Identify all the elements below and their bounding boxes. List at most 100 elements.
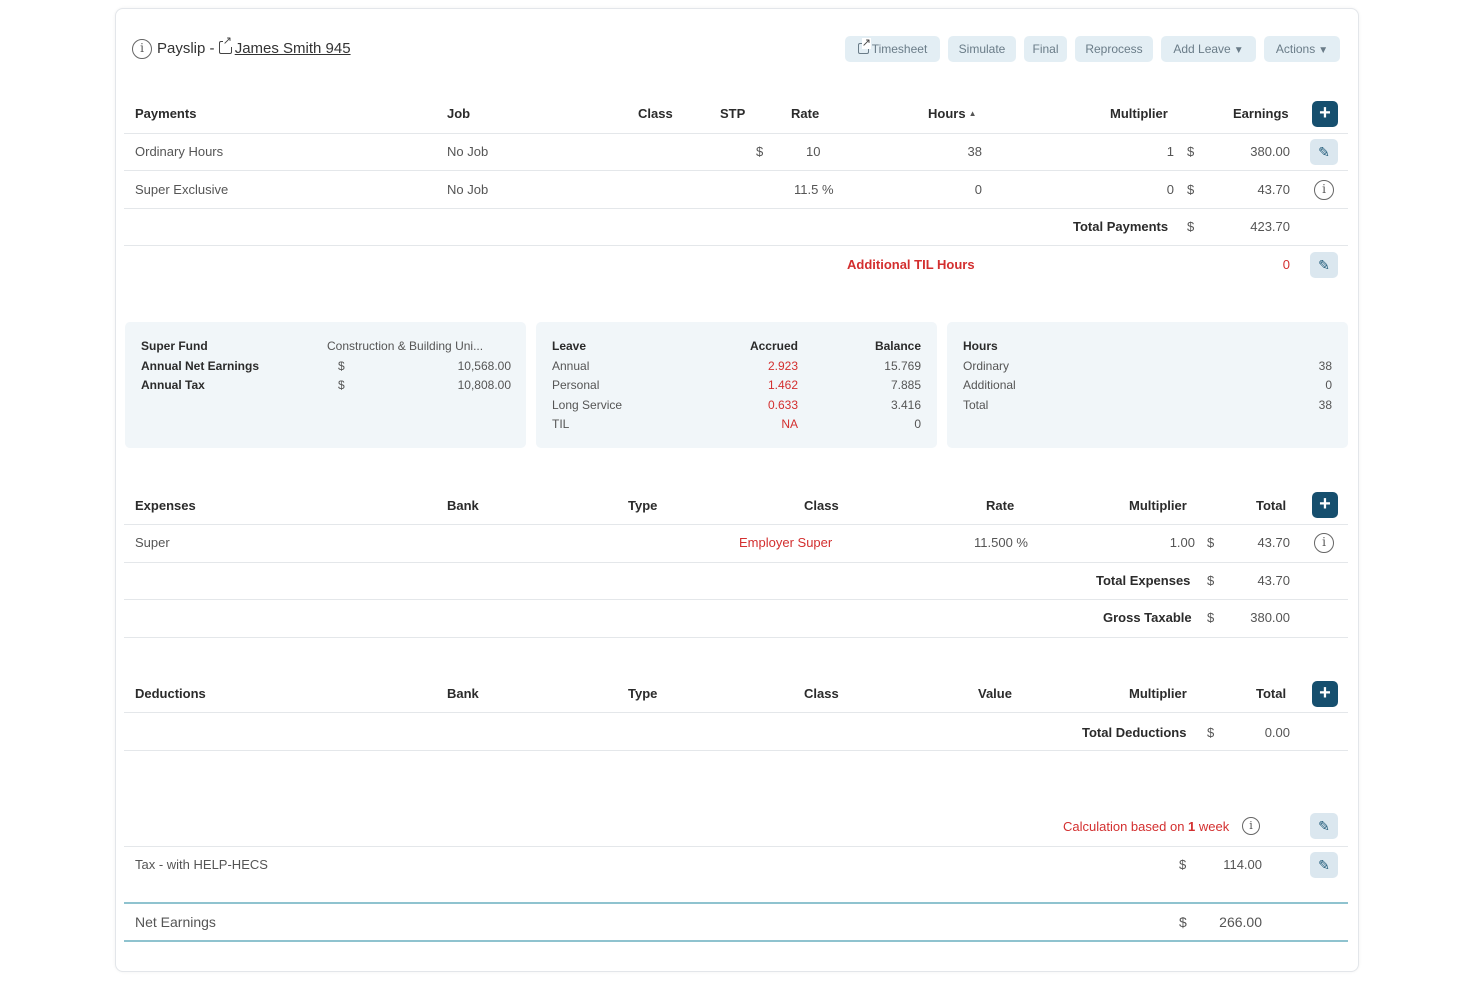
col-bank: Bank	[447, 498, 479, 513]
super-fund-value: Construction & Building Uni...	[327, 339, 484, 353]
divider	[124, 562, 1348, 563]
total-expenses-label: Total Expenses	[1096, 573, 1191, 588]
add-expense-button[interactable]: +	[1312, 492, 1338, 518]
leave-type: Personal	[552, 378, 600, 392]
divider	[124, 245, 1348, 246]
total-payments-currency: $	[1187, 219, 1195, 234]
calc-suffix: week	[1195, 819, 1230, 834]
add-leave-label: Add Leave	[1173, 42, 1231, 56]
col-payments: Payments	[135, 106, 197, 121]
total-payments-label: Total Payments	[1073, 219, 1169, 234]
divider	[124, 846, 1348, 847]
reprocess-button[interactable]: Reprocess	[1075, 36, 1153, 62]
add-leave-dropdown[interactable]: Add Leave ▼	[1161, 36, 1256, 62]
col-class: Class	[638, 106, 673, 121]
total-deductions-label: Total Deductions	[1082, 725, 1187, 740]
edit-tax-button[interactable]: ✎	[1310, 852, 1338, 878]
leave-accrued: 1.462	[767, 378, 798, 392]
timesheet-button[interactable]: Timesheet	[845, 36, 940, 62]
balance-header: Balance	[874, 339, 921, 353]
col-multiplier: Multiplier	[1129, 498, 1187, 513]
sort-asc-icon: ▲	[968, 109, 977, 118]
final-button[interactable]: Final	[1024, 36, 1067, 62]
info-icon[interactable]: i	[1314, 533, 1334, 553]
til-hours-label: Additional TIL Hours	[847, 257, 975, 272]
gross-taxable-value: 380.00	[1250, 610, 1290, 625]
payment-name: Super Exclusive	[135, 182, 229, 197]
payment-currency: $	[1187, 182, 1195, 197]
leave-balance: 7.885	[890, 378, 921, 392]
payment-job: No Job	[447, 144, 489, 159]
payment-rate-currency: $	[756, 144, 764, 159]
hours-value: 0	[1325, 378, 1332, 392]
col-multiplier: Multiplier	[1110, 106, 1168, 121]
total-deductions-value: 0.00	[1264, 725, 1290, 740]
edit-payment-button[interactable]: ✎	[1310, 139, 1338, 165]
net-earnings-value: 266.00	[1219, 914, 1262, 930]
total-deductions-currency: $	[1207, 725, 1215, 740]
col-total: Total	[1256, 498, 1287, 513]
col-type: Type	[628, 686, 658, 701]
annual-tax-currency: $	[338, 378, 345, 392]
super-fund-label: Super Fund	[141, 339, 208, 353]
simulate-button[interactable]: Simulate	[948, 36, 1016, 62]
total-payments-value: 423.70	[1250, 219, 1290, 234]
divider	[124, 750, 1348, 751]
employee-link[interactable]: James Smith 945	[235, 40, 351, 57]
col-rate: Rate	[791, 106, 820, 121]
leave-type: Annual	[552, 359, 590, 373]
page-title: Payslip - James Smith 945	[157, 36, 351, 57]
info-icon[interactable]: i	[1242, 817, 1260, 835]
add-deduction-button[interactable]: +	[1312, 681, 1338, 707]
col-type: Type	[628, 498, 658, 513]
annual-net-currency: $	[338, 359, 345, 373]
hours-type: Ordinary	[963, 359, 1010, 373]
timesheet-label: Timesheet	[871, 42, 928, 56]
payment-rate: 10	[806, 144, 821, 159]
col-hours[interactable]: Hours ▲	[928, 106, 976, 121]
accrued-header: Accrued	[749, 339, 798, 353]
payment-hours: 0	[974, 182, 982, 197]
col-earnings: Earnings	[1233, 106, 1289, 121]
expense-rate: 11.500 %	[974, 535, 1028, 550]
leave-accrued: 0.633	[767, 398, 798, 412]
calculation-basis: Calculation based on 1 week	[1063, 819, 1229, 834]
col-expenses: Expenses	[135, 498, 196, 513]
tax-value: 114.00	[1223, 857, 1262, 872]
expense-currency: $	[1207, 535, 1215, 550]
external-link-icon	[218, 36, 232, 54]
edit-til-button[interactable]: ✎	[1310, 252, 1338, 278]
payment-earnings: 43.70	[1257, 182, 1290, 197]
info-icon[interactable]: i	[132, 39, 152, 59]
hours-type: Additional	[963, 378, 1016, 392]
leave-accrued: NA	[781, 417, 798, 431]
divider	[124, 208, 1348, 209]
tax-currency: $	[1179, 857, 1187, 872]
add-payment-button[interactable]: +	[1312, 101, 1338, 127]
hours-type: Total	[963, 398, 989, 412]
annual-net-label: Annual Net Earnings	[141, 359, 260, 373]
payment-earnings: 380.00	[1250, 144, 1290, 159]
payment-currency: $	[1187, 144, 1195, 159]
calc-prefix: Calculation based on	[1063, 819, 1189, 834]
col-class: Class	[804, 686, 839, 701]
col-total: Total	[1256, 686, 1287, 701]
title-prefix: Payslip -	[157, 40, 219, 57]
payment-multiplier: 0	[1166, 182, 1174, 197]
expense-class: Employer Super	[739, 535, 833, 550]
payment-name: Ordinary Hours	[135, 144, 224, 159]
edit-calculation-button[interactable]: ✎	[1310, 813, 1338, 839]
col-stp: STP	[720, 106, 746, 121]
expense-total: 43.70	[1257, 535, 1290, 550]
leave-type: Long Service	[552, 398, 623, 412]
hours-value: 38	[1318, 359, 1332, 373]
gross-taxable-label: Gross Taxable	[1103, 610, 1192, 625]
payment-job: No Job	[447, 182, 489, 197]
leave-balance: 3.416	[890, 398, 921, 412]
total-expenses-currency: $	[1207, 573, 1215, 588]
col-multiplier: Multiplier	[1129, 686, 1187, 701]
info-icon[interactable]: i	[1314, 180, 1334, 200]
actions-dropdown[interactable]: Actions ▼	[1264, 36, 1340, 62]
payment-multiplier: 1	[1166, 144, 1174, 159]
divider	[124, 133, 1348, 134]
